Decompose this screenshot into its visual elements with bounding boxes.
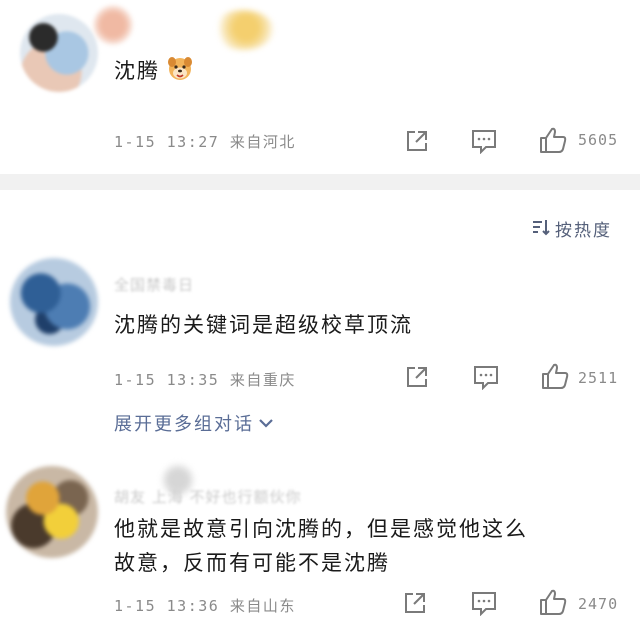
comment-text: 他就是故意引向沈腾的，但是感觉他这么 xyxy=(114,517,528,541)
comment-icon[interactable] xyxy=(470,128,498,158)
comment-text: 沈腾 xyxy=(114,54,194,90)
section-divider xyxy=(0,174,640,190)
chevron-down-icon xyxy=(258,413,274,434)
like-count: 2511 xyxy=(578,369,619,387)
username[interactable]: 胡友 上海 不好也行额伙你 xyxy=(114,486,302,507)
sort-label: 按热度 xyxy=(555,221,612,241)
comments-section: 按热度 全国禁毒日 沈腾的关键词是超级校草顶流 1-15 13:35 来自重庆 … xyxy=(0,190,640,621)
avatar[interactable] xyxy=(6,466,98,558)
expand-label: 展开更多组对话 xyxy=(114,414,254,435)
comment-meta: 1-15 13:36 来自山东 xyxy=(114,597,296,615)
thumbs-up-icon[interactable] xyxy=(538,588,568,620)
comment-icon[interactable] xyxy=(472,364,500,394)
comment-meta: 1-15 13:27 来自河北 xyxy=(114,133,296,151)
comment-text: 故意，反而有可能不是沈腾 xyxy=(114,551,390,575)
like-count: 5605 xyxy=(578,131,619,149)
like-count: 2470 xyxy=(578,595,619,613)
sort-button[interactable]: 按热度 xyxy=(531,216,612,241)
share-icon[interactable] xyxy=(402,590,428,620)
expand-replies-button[interactable]: 展开更多组对话 xyxy=(114,410,274,436)
comment-item-1: 沈腾 1-15 13:27 来自河北 5605 xyxy=(0,0,640,174)
dog-face-emoji-icon xyxy=(166,54,194,90)
comment-meta: 1-15 13:35 来自重庆 xyxy=(114,371,296,389)
thumbs-up-icon[interactable] xyxy=(538,126,568,158)
sort-icon xyxy=(531,217,551,241)
thumbs-up-icon[interactable] xyxy=(540,362,570,394)
avatar[interactable] xyxy=(20,14,98,92)
avatar-decoration xyxy=(212,10,274,50)
share-icon[interactable] xyxy=(404,128,430,158)
avatar[interactable] xyxy=(10,258,98,346)
comment-text: 沈腾的关键词是超级校草顶流 xyxy=(114,313,413,337)
comment-icon[interactable] xyxy=(470,590,498,620)
avatar-decoration xyxy=(92,4,134,46)
share-icon[interactable] xyxy=(404,364,430,394)
username[interactable]: 全国禁毒日 xyxy=(114,274,194,295)
